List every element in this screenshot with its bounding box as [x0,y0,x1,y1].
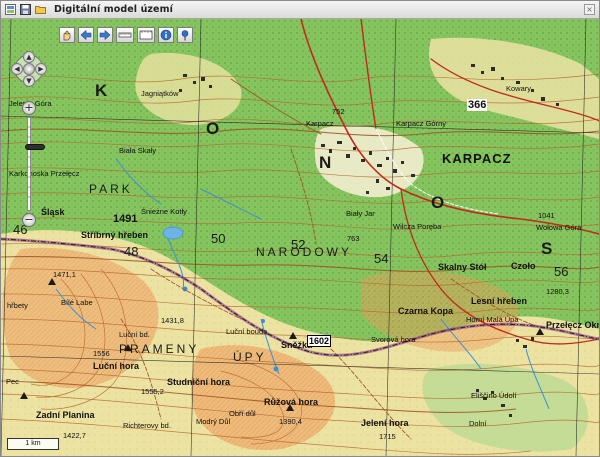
zoom-thumb[interactable] [25,144,45,150]
zoom-out-button[interactable]: − [22,213,36,227]
map-label-studnicni: Studniční hora [167,377,230,387]
map-label-przelecz: Przełęcz Okraj [546,320,599,330]
map-label-n: N [319,153,338,172]
elevation-752: 752 [332,107,345,116]
map-label-karpacz-small: Karpacz [306,119,334,128]
info-icon[interactable] [158,27,174,43]
map-label-park: PARK [89,182,133,196]
pan-up-button[interactable]: ▲ [23,51,35,63]
map-label-biale-labe: Bílé Labe [61,298,93,307]
map-label-stribrny: Stříbrný hřeben [81,230,149,240]
folder-icon[interactable] [35,4,46,15]
map-label-svorova: Svorová hora [371,335,416,344]
elevation-1280: 1280,3 [546,287,569,296]
map-canvas[interactable]: K O N O S PARK NARODOWY PRAMENY ÚPY KARP… [1,19,599,456]
measure-area-icon[interactable] [137,27,155,43]
map-label-prameny: PRAMENY [119,342,200,356]
elevation-1422: 1422,7 [63,431,86,440]
map-toolbar [59,26,193,44]
title-bar: Digitální model území × [1,1,599,19]
pan-right-button[interactable]: ▶ [35,63,47,75]
map-label-wolowa: Wołowa Góra [536,223,582,232]
elevation-763: 763 [347,234,360,243]
pan-left-button[interactable]: ◀ [11,63,23,75]
navigation-control: ▲ ◀ ▶ ▼ + − [7,49,51,249]
zoom-slider[interactable]: + − [22,101,45,227]
road-number-366: 366 [467,99,488,111]
map-label-rozova: Růžová hora [264,397,319,407]
map-label-karpacz: KARPACZ [442,151,512,166]
grid-number-52: 52 [291,237,306,252]
elevation-1431: 1431,8 [161,316,184,325]
map-label-o-2: O [431,193,451,212]
window-controls: × [584,4,595,15]
app-icon[interactable] [5,4,16,15]
hand-pan-icon[interactable] [59,27,75,43]
map-label-elisciny: Eliščino Údolí [471,391,517,400]
elevation-1555: 1555,2 [141,387,164,396]
elevation-1556: 1556 [93,349,110,358]
map-label-snezne-kotly: Śnieżne Kotły [141,207,187,216]
close-button[interactable]: × [584,4,595,15]
zoom-in-button[interactable]: + [22,101,36,115]
map-label-kowary: Kowary [506,84,532,93]
map-label-wilcza: Wilcza Poręba [393,222,442,231]
measure-icon[interactable] [116,27,134,43]
pan-center-button[interactable] [23,63,35,75]
grid-number-50: 50 [211,231,226,246]
grid-number-54: 54 [374,251,389,266]
scale-bar: 1 km [7,438,59,450]
map-label-jagniatkow: Jagniątków [141,89,179,98]
elevation-1471: 1471,1 [53,270,76,279]
map-label-modry-dul: Modrý Důl [196,417,231,426]
forward-arrow-icon[interactable] [97,27,113,43]
grid-number-1491: 1491 [113,213,138,225]
pan-control: ▲ ◀ ▶ ▼ [9,49,49,89]
map-label-zadni-planina: Zadní Planina [36,410,95,420]
map-label-bialy-jar: Biały Jar [346,209,375,218]
grid-number-56: 56 [554,264,569,279]
map-label-lucni-bouda: Luční bd. [119,330,150,339]
window-title: Digitální model území [54,4,173,15]
elevation-1041: 1041 [538,211,555,220]
pin-icon[interactable] [177,27,193,43]
zoom-rail[interactable] [25,117,45,211]
map-label-s: S [541,239,559,258]
map-label-obri-dul: Obří důl [229,409,256,418]
map-label-skalny: Skalny Stół [438,262,487,272]
map-label-biala-skaly: Biała Skały [119,146,157,155]
pan-down-button[interactable]: ▼ [23,75,35,87]
map-label-hrbety: hřbety [7,301,28,310]
map-label-richterovy: Richterovy bd. [123,421,171,430]
map-label-upy: ÚPY [233,350,267,364]
grid-number-48: 48 [124,244,139,259]
map-label-dolni: Dolní [469,419,487,428]
map-label-czolo: Czoło [511,261,536,271]
elevation-badge-1602: 1602 [307,335,332,347]
map-label-lucni-hora: Luční hora [93,361,140,371]
map-label-karpacz-gorny: Karpacz Górny [396,119,447,128]
map-label-jeleni-hora: Jelení hora [361,418,409,428]
elevation-1715: 1715 [379,432,396,441]
map-label-lucni-bouda-2: Luční bouda [226,327,268,336]
map-label-mala-upa: Horní Malá Úpa [466,315,519,324]
app-window: Digitální model území × K O N O S PARK N… [0,0,600,457]
map-label-o: O [206,119,226,138]
save-icon[interactable] [20,4,31,15]
map-label-lesni: Lesní hřeben [471,296,528,306]
map-label-czarna: Czarna Kopa [398,306,454,316]
map-label-pec: Pec [6,377,19,386]
map-label-k: K [95,81,114,100]
back-arrow-icon[interactable] [78,27,94,43]
elevation-1390: 1390,4 [279,417,302,426]
